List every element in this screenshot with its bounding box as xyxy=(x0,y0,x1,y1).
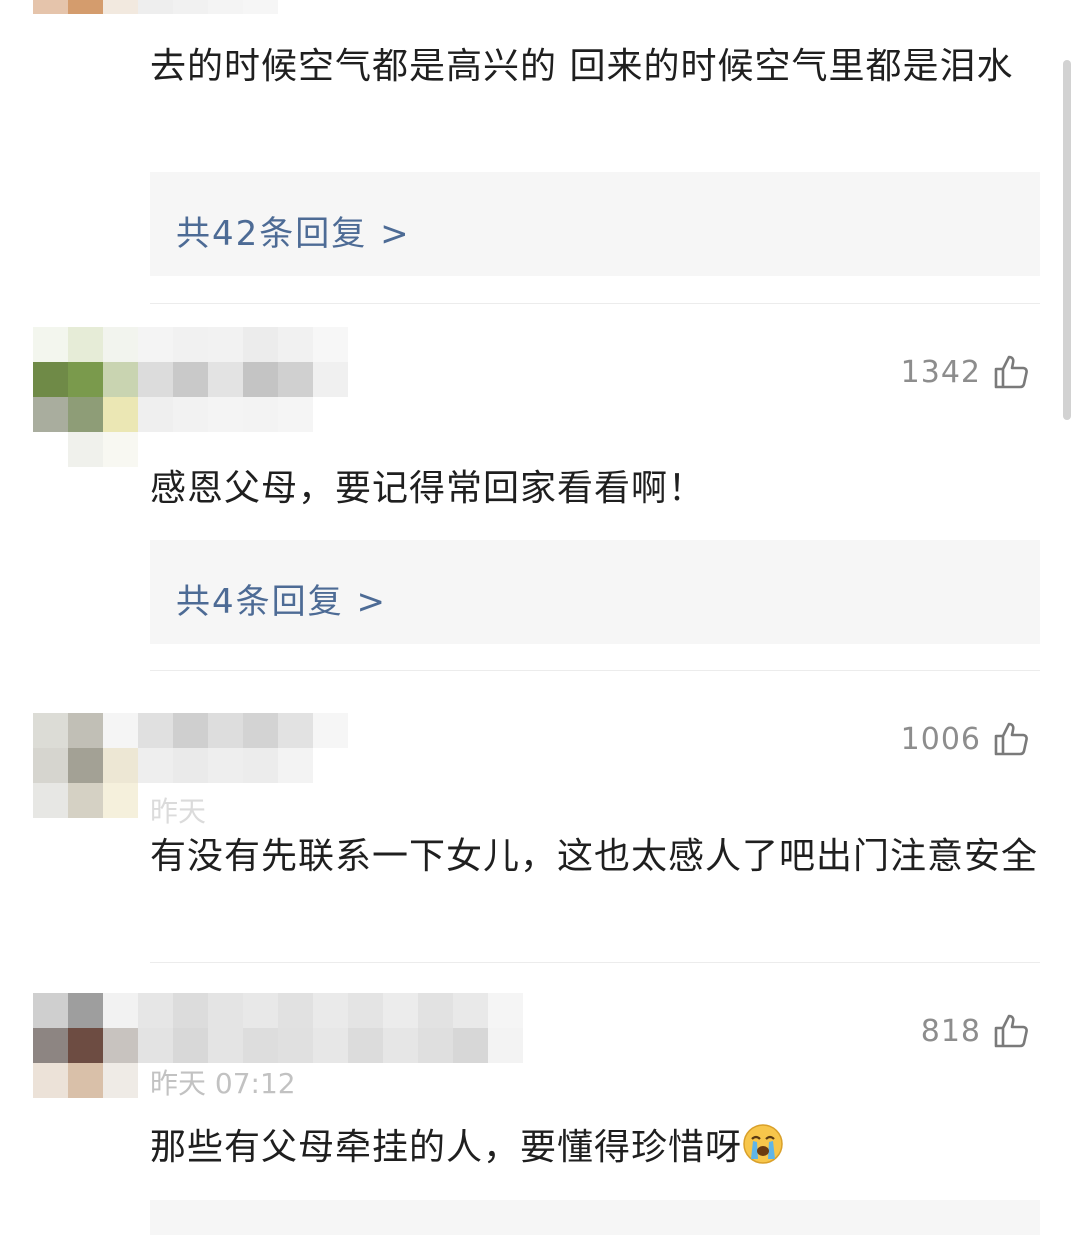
comment-text: 去的时候空气都是高兴的 回来的时候空气里都是泪水 xyxy=(150,46,1014,87)
view-replies-link[interactable]: 共4条回复 > xyxy=(176,574,387,623)
divider xyxy=(150,962,1040,963)
comment-text: 有没有先联系一下女儿，这也太感人了吧出门注意安全 xyxy=(150,836,1039,877)
user-info-blurred[interactable] xyxy=(33,327,348,467)
like-count: 1342 xyxy=(900,354,981,390)
like-button[interactable]: 818 xyxy=(921,1011,1029,1051)
reply-box[interactable] xyxy=(150,1200,1040,1235)
reply-box[interactable]: 共42条回复 > xyxy=(150,172,1040,276)
like-button[interactable]: 1342 xyxy=(901,352,1029,392)
thumbs-up-icon xyxy=(994,722,1028,756)
like-count: 818 xyxy=(920,1013,981,1049)
comment-time: 昨天 xyxy=(150,795,207,828)
divider xyxy=(150,670,1040,671)
reply-box[interactable]: 共4条回复 > xyxy=(150,540,1040,644)
crying-face-icon xyxy=(743,1124,783,1164)
divider xyxy=(150,303,1040,304)
thumbs-up-icon xyxy=(994,355,1028,389)
thumbs-up-icon xyxy=(994,1014,1028,1048)
view-replies-link[interactable]: 共42条回复 > xyxy=(176,206,411,255)
comment-time: 昨天 07:12 xyxy=(150,1067,296,1100)
like-count: 1006 xyxy=(900,721,981,757)
comment-text-row: 那些有父母牵挂的人，要懂得珍惜呀 xyxy=(150,1121,1040,1175)
comment-text: 感恩父母，要记得常回家看看啊！ xyxy=(150,468,706,509)
avatar-top-blurred[interactable] xyxy=(33,0,313,14)
scrollbar[interactable] xyxy=(1063,60,1071,420)
like-button[interactable]: 1006 xyxy=(901,719,1029,759)
comment-text: 那些有父母牵挂的人，要懂得珍惜呀 xyxy=(150,1127,743,1168)
